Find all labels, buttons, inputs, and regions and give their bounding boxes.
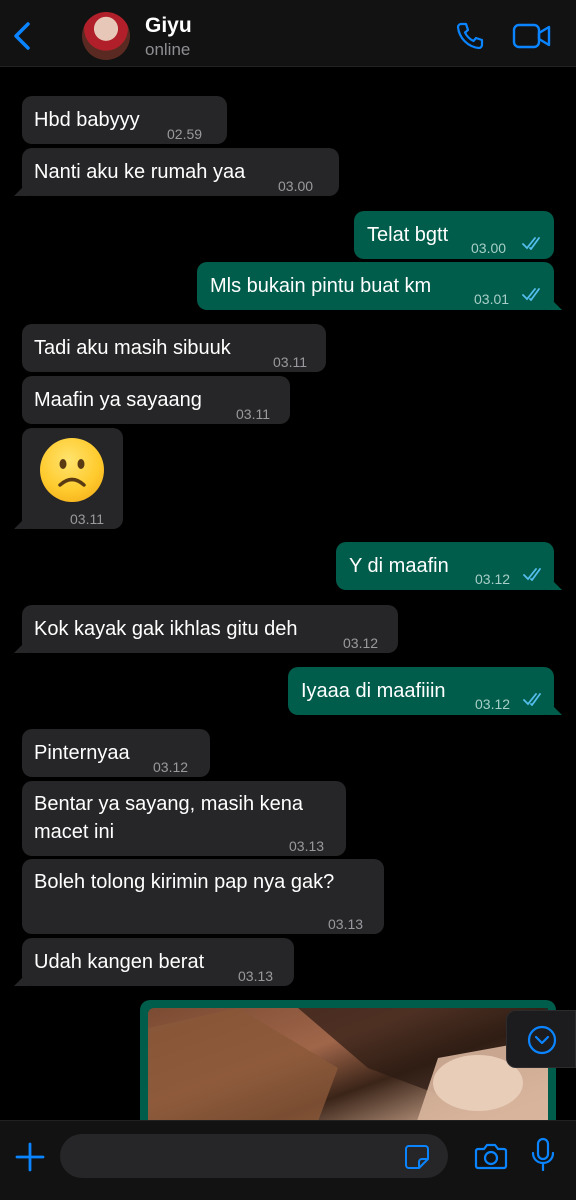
bubble-tail bbox=[14, 970, 30, 986]
message-bubble[interactable]: Bentar ya sayang, masih kena macet ini 0… bbox=[22, 781, 346, 856]
message-time: 02.59 bbox=[167, 126, 203, 142]
message-text: Udah kangen berat bbox=[34, 951, 205, 973]
camera-button[interactable] bbox=[474, 1141, 508, 1171]
contact-avatar[interactable] bbox=[82, 12, 130, 60]
message-text: Boleh tolong kirimin pap nya gak? bbox=[34, 871, 335, 893]
slightly-frowning-face-emoji bbox=[40, 438, 104, 502]
message-bubble[interactable]: Hbd babyyy 02.59 bbox=[22, 96, 227, 144]
attach-button[interactable] bbox=[14, 1141, 46, 1173]
message-text: Iyaaa di maafiiin bbox=[301, 680, 446, 702]
chevron-down-circle-icon bbox=[527, 1025, 557, 1055]
message-bubble[interactable]: Kok kayak gak ikhlas gitu deh 03.12 bbox=[14, 605, 398, 653]
message-bubble[interactable]: Y di maafin 03.12 bbox=[336, 542, 562, 590]
message-time: 03.12 bbox=[343, 635, 379, 651]
message-text: Tadi aku masih sibuuk bbox=[34, 337, 231, 359]
scroll-to-bottom-button[interactable] bbox=[506, 1010, 576, 1068]
message-time: 03.00 bbox=[278, 178, 314, 194]
message-time: 03.13 bbox=[328, 916, 364, 932]
bubble-tail bbox=[14, 513, 30, 529]
message-bubble[interactable]: Tadi aku masih sibuuk 03.11 bbox=[22, 324, 326, 372]
message-time: 03.12 bbox=[475, 696, 511, 712]
chat-screen: Giyu online Hbd babyyy 02.59 Nanti aku k… bbox=[0, 0, 576, 1200]
message-bubble[interactable]: Telat bgtt 03.00 bbox=[354, 211, 554, 259]
message-bubble[interactable]: Mls bukain pintu buat km 03.01 bbox=[197, 262, 562, 310]
sticker-button[interactable] bbox=[404, 1144, 430, 1170]
sticker-icon bbox=[405, 1145, 429, 1169]
video-camera-icon bbox=[512, 23, 551, 49]
message-input[interactable] bbox=[60, 1134, 448, 1178]
bubble-tail bbox=[546, 699, 562, 715]
read-ticks-icon bbox=[523, 568, 541, 581]
back-button[interactable] bbox=[8, 18, 38, 54]
message-text: Hbd babyyy bbox=[34, 109, 140, 131]
message-text: Y di maafin bbox=[349, 555, 449, 577]
message-text: Nanti aku ke rumah yaa bbox=[34, 161, 246, 183]
message-text: Maafin ya sayaang bbox=[34, 389, 202, 411]
bubble-tail bbox=[546, 294, 562, 310]
message-time: 03.11 bbox=[70, 511, 104, 527]
camera-icon bbox=[474, 1143, 508, 1170]
message-bubble[interactable]: Udah kangen berat 03.13 bbox=[14, 938, 294, 986]
phone-icon bbox=[456, 22, 484, 50]
bubble-tail bbox=[14, 180, 30, 196]
message-bubble[interactable]: Boleh tolong kirimin pap nya gak? 03.13 bbox=[22, 859, 384, 934]
message-text: Telat bgtt bbox=[367, 224, 449, 246]
plus-icon bbox=[15, 1142, 45, 1172]
message-time: 03.13 bbox=[289, 838, 325, 854]
chat-header: Giyu online bbox=[0, 0, 576, 67]
message-time: 03.13 bbox=[238, 968, 274, 984]
photo-image[interactable] bbox=[148, 1008, 548, 1120]
message-text-line-2: macet ini bbox=[34, 821, 115, 843]
message-bubble[interactable]: 03.11 bbox=[14, 428, 123, 529]
message-bubble[interactable]: Iyaaa di maafiiin 03.12 bbox=[288, 667, 562, 715]
bubble-tail bbox=[14, 637, 30, 653]
contact-name[interactable]: Giyu bbox=[145, 14, 192, 38]
message-time: 03.11 bbox=[236, 406, 270, 422]
photo-content bbox=[148, 1008, 548, 1120]
message-text: Kok kayak gak ikhlas gitu deh bbox=[34, 618, 298, 640]
contact-status: online bbox=[145, 40, 191, 59]
read-ticks-icon bbox=[522, 288, 540, 301]
message-time: 03.11 bbox=[273, 354, 307, 370]
read-ticks-icon bbox=[522, 237, 540, 250]
microphone-icon bbox=[531, 1137, 555, 1172]
message-list[interactable]: Hbd babyyy 02.59 Nanti aku ke rumah yaa … bbox=[0, 67, 576, 1120]
message-bubble[interactable]: Nanti aku ke rumah yaa 03.00 bbox=[14, 148, 339, 196]
microphone-button[interactable] bbox=[530, 1137, 556, 1173]
message-time: 03.12 bbox=[153, 759, 189, 775]
video-call-button[interactable] bbox=[512, 22, 552, 50]
message-time: 03.12 bbox=[475, 571, 511, 587]
message-time: 03.00 bbox=[471, 240, 507, 256]
message-text: Pinternyaa bbox=[34, 742, 130, 764]
voice-call-button[interactable] bbox=[454, 20, 486, 52]
bubble-tail bbox=[546, 574, 562, 590]
message-bubble[interactable]: Pinternyaa 03.12 bbox=[22, 729, 210, 777]
message-text-line-1: Bentar ya sayang, masih kena bbox=[34, 793, 304, 815]
message-bubble[interactable]: Maafin ya sayaang 03.11 bbox=[22, 376, 290, 424]
message-time: 03.01 bbox=[474, 291, 510, 307]
chevron-left-icon bbox=[14, 22, 30, 50]
message-composer bbox=[0, 1120, 576, 1200]
message-text: Mls bukain pintu buat km bbox=[210, 275, 432, 297]
read-ticks-icon bbox=[523, 693, 541, 706]
photo-message[interactable] bbox=[140, 1000, 556, 1120]
frown-face-features bbox=[58, 459, 86, 487]
